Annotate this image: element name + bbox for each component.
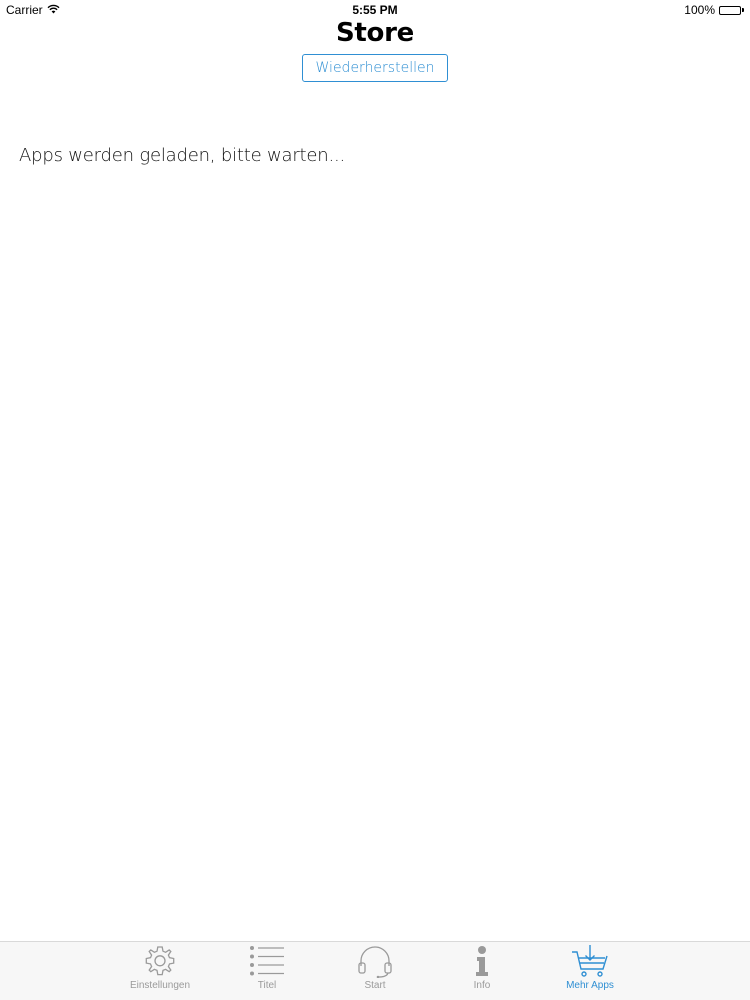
battery-icon — [719, 5, 744, 15]
status-time: 5:55 PM — [352, 3, 398, 17]
tab-einstellungen[interactable]: Einstellungen — [115, 942, 205, 1000]
restore-button[interactable]: Wiederherstellen — [302, 54, 448, 82]
tab-label: Einstellungen — [129, 980, 191, 991]
tab-label: Mehr Apps — [566, 980, 614, 991]
status-right: 100% — [684, 3, 744, 17]
list-icon — [247, 943, 287, 979]
tab-bar: Einstellungen Titel Start Info Mehr Apps — [0, 941, 750, 1000]
tab-info[interactable]: Info — [437, 942, 527, 1000]
tab-titel[interactable]: Titel — [222, 942, 312, 1000]
cart-icon — [570, 943, 610, 979]
tab-mehr-apps[interactable]: Mehr Apps — [545, 942, 635, 1000]
info-icon — [462, 943, 502, 979]
tab-start[interactable]: Start — [330, 942, 420, 1000]
headphones-icon — [355, 943, 395, 979]
battery-percent: 100% — [684, 3, 715, 17]
gear-icon — [140, 943, 180, 979]
tab-label: Info — [473, 980, 491, 991]
page-title: Store — [336, 18, 414, 48]
loading-message: Apps werden geladen, bitte warten... — [19, 145, 346, 166]
tab-label: Titel — [257, 980, 277, 991]
tab-label: Start — [364, 980, 386, 991]
status-bar: Carrier 5:55 PM 100% — [0, 0, 750, 20]
